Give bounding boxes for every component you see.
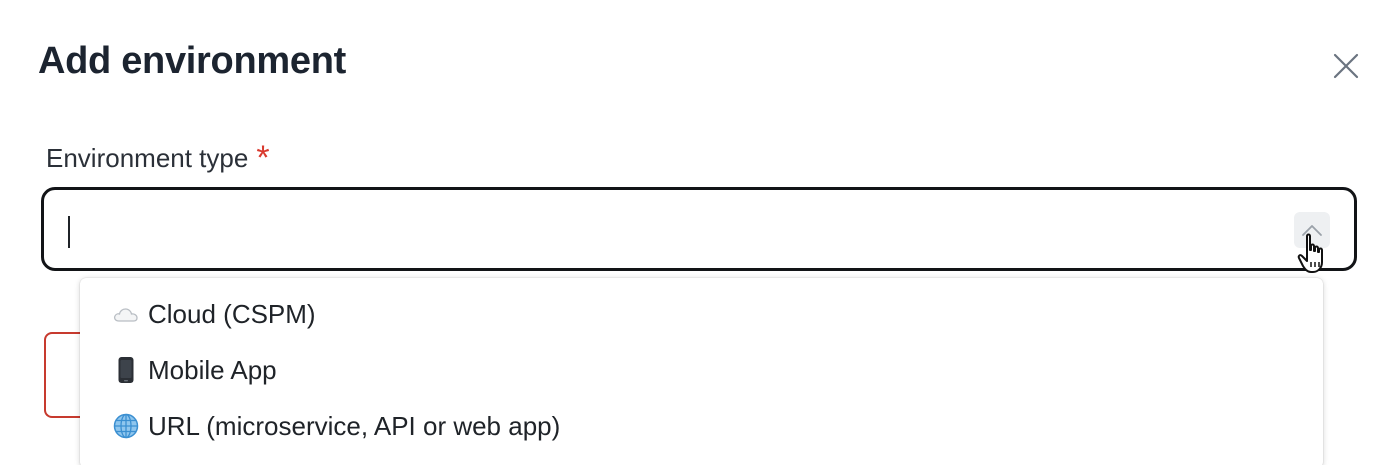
option-mobile-app[interactable]: Mobile App bbox=[80, 342, 1323, 398]
dialog-title: Add environment bbox=[38, 40, 346, 82]
environment-type-dropdown: Cloud (CSPM) Mobile App URL (microservic… bbox=[80, 278, 1323, 465]
close-button[interactable] bbox=[1326, 46, 1366, 86]
chevron-up-icon bbox=[1302, 225, 1322, 236]
close-icon bbox=[1333, 53, 1359, 79]
environment-type-label: Environment type * bbox=[46, 139, 270, 177]
dropdown-toggle-button[interactable] bbox=[1294, 212, 1330, 248]
option-label: Cloud (CSPM) bbox=[148, 298, 316, 329]
option-label: Mobile App bbox=[148, 354, 277, 385]
required-marker: * bbox=[256, 139, 270, 177]
cloud-icon bbox=[112, 300, 140, 328]
globe-icon bbox=[112, 412, 140, 440]
environment-type-input[interactable] bbox=[66, 208, 1266, 252]
environment-type-label-text: Environment type bbox=[46, 143, 249, 173]
environment-type-combobox[interactable] bbox=[41, 187, 1357, 271]
option-cloud-cspm[interactable]: Cloud (CSPM) bbox=[80, 286, 1323, 342]
mobile-phone-icon bbox=[112, 356, 140, 384]
add-environment-dialog: Add environment Environment type * Cloud… bbox=[0, 0, 1397, 465]
option-url[interactable]: URL (microservice, API or web app) bbox=[80, 398, 1323, 454]
option-label: URL (microservice, API or web app) bbox=[148, 410, 561, 441]
text-caret bbox=[68, 216, 70, 248]
